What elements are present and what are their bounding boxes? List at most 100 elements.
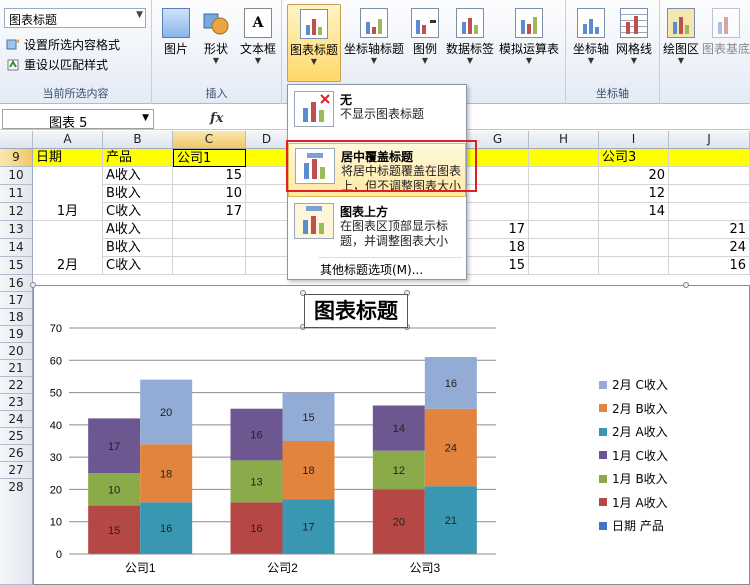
row-header-27[interactable]: 27 bbox=[0, 462, 33, 479]
cell-i12[interactable]: 14 bbox=[599, 203, 669, 221]
cell-a10-merged[interactable]: 1月 bbox=[33, 167, 103, 221]
row-header-10[interactable]: 10 bbox=[0, 167, 33, 185]
name-box[interactable]: 图表 5 ▼ bbox=[2, 109, 154, 131]
cell-h14[interactable] bbox=[529, 239, 599, 257]
cell-d9[interactable] bbox=[246, 149, 288, 167]
column-header-c[interactable]: C bbox=[173, 131, 246, 149]
cell-c10[interactable]: 15 bbox=[173, 167, 246, 185]
cell-b9[interactable]: 产品 bbox=[103, 149, 173, 167]
cell-j14[interactable]: 24 bbox=[669, 239, 750, 257]
row-header-14[interactable]: 14 bbox=[0, 239, 33, 257]
textbox-button[interactable]: A 文本框 ▼ bbox=[238, 8, 278, 66]
row-header-23[interactable]: 23 bbox=[0, 394, 33, 411]
row-header-9[interactable]: 9 bbox=[0, 149, 33, 167]
row-header-15[interactable]: 15 bbox=[0, 257, 33, 275]
row-header-16[interactable]: 16 bbox=[0, 275, 33, 292]
cell-b10[interactable]: A收入 bbox=[103, 167, 173, 185]
row-header-28[interactable]: 28 bbox=[0, 479, 33, 585]
cell-d12[interactable] bbox=[246, 203, 288, 221]
cell-h12[interactable] bbox=[529, 203, 599, 221]
cell-j11[interactable] bbox=[669, 185, 750, 203]
cell-j12[interactable] bbox=[669, 203, 750, 221]
cell-c12[interactable]: 17 bbox=[173, 203, 246, 221]
cell-a13-merged[interactable]: 2月 bbox=[33, 221, 103, 275]
chevron-down-icon[interactable]: ▼ bbox=[142, 113, 149, 123]
chart-legend[interactable]: 2月 C收入 2月 B收入 2月 A收入 1月 C收入 1月 B收入 1月 A收入 日期 产… bbox=[599, 373, 668, 538]
cell-i13[interactable] bbox=[599, 221, 669, 239]
cell-i15[interactable] bbox=[599, 257, 669, 275]
cell-g13[interactable]: 17 bbox=[467, 221, 529, 239]
cell-h9[interactable] bbox=[529, 149, 599, 167]
cell-j15[interactable]: 16 bbox=[669, 257, 750, 275]
data-labels-button[interactable]: 数据标签 ▼ bbox=[444, 8, 496, 66]
chart-wall-button[interactable]: 图表基底 bbox=[702, 8, 750, 56]
cell-c14[interactable] bbox=[173, 239, 246, 257]
data-table-button[interactable]: 模拟运算表 ▼ bbox=[496, 8, 562, 66]
row-header-19[interactable]: 19 bbox=[0, 326, 33, 343]
row-header-18[interactable]: 18 bbox=[0, 309, 33, 326]
cell-b11[interactable]: B收入 bbox=[103, 185, 173, 203]
menu-item-none[interactable]: 无 不显示图表标题 bbox=[288, 87, 466, 141]
cell-j9[interactable] bbox=[669, 149, 750, 167]
row-header-11[interactable]: 11 bbox=[0, 185, 33, 203]
cell-d14[interactable] bbox=[246, 239, 288, 257]
row-header-25[interactable]: 25 bbox=[0, 428, 33, 445]
plot-area[interactable]: 15 10 17 16 18 20 16 13 16 17 18 15 20 12 14 21 24 16 0 10… bbox=[34, 286, 594, 584]
column-header-d[interactable]: D bbox=[246, 131, 288, 149]
chart-area[interactable]: 图表标题 15 10 17 16 18 20 16 13 16 17 18 15 20 12 14 21 24 1… bbox=[30, 282, 750, 585]
gridlines-button[interactable]: 网格线 ▼ bbox=[612, 8, 656, 66]
format-selection-button[interactable]: 设置所选内容格式 bbox=[6, 36, 120, 53]
cell-i11[interactable]: 12 bbox=[599, 185, 669, 203]
row-header-20[interactable]: 20 bbox=[0, 343, 33, 360]
cell-c11[interactable]: 10 bbox=[173, 185, 246, 203]
cell-c9[interactable]: 公司1 bbox=[173, 149, 246, 167]
cell-b14[interactable]: B收入 bbox=[103, 239, 173, 257]
cell-i14[interactable] bbox=[599, 239, 669, 257]
row-header-24[interactable]: 24 bbox=[0, 411, 33, 428]
cell-j10[interactable] bbox=[669, 167, 750, 185]
shape-button[interactable]: 形状 ▼ bbox=[198, 8, 234, 66]
cell-j13[interactable]: 21 bbox=[669, 221, 750, 239]
chart-element-selector[interactable]: 图表标题 ▼ bbox=[4, 8, 146, 28]
picture-button[interactable]: 图片 bbox=[158, 8, 194, 56]
cell-c13[interactable] bbox=[173, 221, 246, 239]
row-header-21[interactable]: 21 bbox=[0, 360, 33, 377]
column-header-h[interactable]: H bbox=[529, 131, 599, 149]
legend-item[interactable]: 2月 B收入 bbox=[599, 397, 668, 421]
chevron-down-icon[interactable]: ▼ bbox=[136, 10, 143, 20]
chart-resize-handle[interactable] bbox=[683, 282, 689, 288]
chart-title-button[interactable]: 图表标题 ▼ bbox=[287, 4, 341, 82]
row-header-13[interactable]: 13 bbox=[0, 221, 33, 239]
select-all-corner[interactable] bbox=[0, 131, 33, 149]
cell-a9[interactable]: 日期 bbox=[33, 149, 103, 167]
legend-item[interactable]: 1月 B收入 bbox=[599, 467, 668, 491]
cell-d10[interactable] bbox=[246, 167, 288, 185]
reset-style-button[interactable]: 重设以匹配样式 bbox=[6, 56, 108, 73]
row-header-26[interactable]: 26 bbox=[0, 445, 33, 462]
axes-button[interactable]: 坐标轴 ▼ bbox=[570, 8, 612, 66]
cell-i9[interactable]: 公司3 bbox=[599, 149, 669, 167]
column-header-a[interactable]: A bbox=[33, 131, 103, 149]
axis-title-button[interactable]: 坐标轴标题 ▼ bbox=[342, 8, 406, 66]
cell-g14[interactable]: 18 bbox=[467, 239, 529, 257]
cell-i10[interactable]: 20 bbox=[599, 167, 669, 185]
legend-item[interactable]: 2月 C收入 bbox=[599, 373, 668, 397]
cell-b12[interactable]: C收入 bbox=[103, 203, 173, 221]
cell-c15[interactable] bbox=[173, 257, 246, 275]
cell-d11[interactable] bbox=[246, 185, 288, 203]
cell-g15[interactable]: 15 bbox=[467, 257, 529, 275]
cell-d13[interactable] bbox=[246, 221, 288, 239]
menu-item-above-chart[interactable]: 图表上方 在图表区顶部显示标题，并调整图表大小 bbox=[288, 199, 466, 253]
more-title-options[interactable]: 其他标题选项(M)... bbox=[320, 261, 423, 278]
legend-item[interactable]: 日期 产品 bbox=[599, 514, 668, 538]
column-header-i[interactable]: I bbox=[599, 131, 669, 149]
legend-button[interactable]: 图例 ▼ bbox=[408, 8, 442, 66]
legend-item[interactable]: 2月 A收入 bbox=[599, 420, 668, 444]
row-header-22[interactable]: 22 bbox=[0, 377, 33, 394]
column-header-b[interactable]: B bbox=[103, 131, 173, 149]
cell-b15[interactable]: C收入 bbox=[103, 257, 173, 275]
row-header-17[interactable]: 17 bbox=[0, 292, 33, 309]
legend-item[interactable]: 1月 A收入 bbox=[599, 491, 668, 515]
cell-h10[interactable] bbox=[529, 167, 599, 185]
cell-h15[interactable] bbox=[529, 257, 599, 275]
